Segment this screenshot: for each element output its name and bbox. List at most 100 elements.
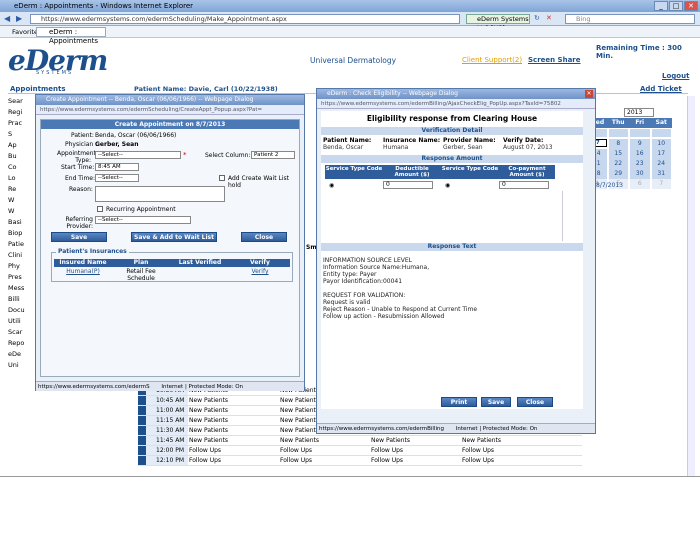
sidebar-item[interactable]: Scar (8, 327, 38, 338)
slot-cell[interactable]: Follow Ups (279, 446, 370, 455)
print-button[interactable]: Print (441, 397, 477, 407)
year-select[interactable]: 2013 (624, 108, 654, 117)
sidebar-item[interactable]: Sear (8, 96, 38, 107)
back-icon[interactable]: ◀ (4, 14, 10, 23)
calendar-day[interactable]: 30 (630, 169, 650, 179)
slot-cell[interactable]: New Patients (461, 436, 552, 445)
appointment-type-select[interactable]: --Select-- (95, 151, 181, 159)
start-time-select[interactable]: 8:45 AM (95, 163, 139, 171)
slot-cell[interactable]: New Patients (188, 396, 279, 405)
calendar-day[interactable]: 15 (608, 149, 628, 159)
client-support-link[interactable]: Client Support(2) (462, 56, 522, 64)
save-button[interactable]: Save (51, 232, 107, 242)
sidebar-item[interactable]: Re (8, 184, 38, 195)
calendar-day[interactable]: 16 (630, 149, 650, 159)
calendar-day[interactable]: 6 (630, 179, 650, 189)
calendar-day[interactable]: 17 (651, 149, 671, 159)
slot-cell[interactable]: New Patients (188, 436, 279, 445)
address-input[interactable]: https://www.edermsystems.com/edermSchedu… (30, 14, 460, 24)
slot-cell[interactable]: New Patients (188, 416, 279, 425)
dialog2-close-icon[interactable]: ✕ (585, 90, 593, 98)
close-window-button[interactable]: ✕ (684, 1, 698, 11)
wait-list-checkbox[interactable] (219, 175, 225, 181)
minimize-button[interactable]: _ (654, 1, 668, 11)
calendar-day[interactable] (651, 129, 671, 137)
ver-value: Gerber, Sean (443, 144, 483, 151)
sidebar-item[interactable]: Bu (8, 151, 38, 162)
search-input[interactable]: Bing (565, 14, 695, 24)
referring-select[interactable]: --Select-- (95, 216, 191, 224)
slot-cell[interactable]: New Patients (188, 426, 279, 435)
slot-cell[interactable]: Follow Ups (370, 456, 461, 465)
sidebar-item[interactable]: Billi (8, 294, 38, 305)
reason-textarea[interactable] (95, 186, 225, 202)
sidebar-item[interactable]: S (8, 129, 38, 140)
sidebar-item[interactable]: Phy (8, 261, 38, 272)
slot-cell[interactable]: Follow Ups (279, 456, 370, 465)
sidebar-item[interactable]: eDe (8, 349, 38, 360)
end-time-select[interactable]: --Select-- (95, 174, 139, 182)
recurring-checkbox[interactable] (97, 206, 103, 212)
sidebar-item[interactable]: Lo (8, 173, 38, 184)
service-type-radio[interactable]: ◉ (325, 182, 383, 189)
slot-cell[interactable]: Follow Ups (461, 456, 552, 465)
slot-cell[interactable]: Follow Ups (188, 446, 279, 455)
calendar-day[interactable] (630, 129, 650, 137)
save-button-2[interactable]: Save (481, 397, 511, 407)
calendar-day[interactable]: 24 (651, 159, 671, 169)
calendar-day[interactable]: 31 (651, 169, 671, 179)
sidebar-item[interactable]: Mess (8, 283, 38, 294)
forward-icon[interactable]: ▶ (16, 14, 22, 23)
logout-link[interactable]: Logout (662, 72, 689, 80)
sidebar-item[interactable]: W (8, 195, 38, 206)
slot-cell[interactable]: New Patients (279, 436, 370, 445)
slot-cell[interactable]: Follow Ups (188, 456, 279, 465)
calendar-day[interactable]: 29 (608, 169, 628, 179)
calendar-day[interactable] (608, 129, 628, 137)
screen-share-link[interactable]: Screen Share (528, 56, 581, 64)
sidebar-item[interactable]: Ap (8, 140, 38, 151)
certificate-badge[interactable]: eDerm Systems LLC [US] (466, 14, 530, 32)
verify-link[interactable]: Verify (230, 268, 290, 276)
sidebar-item[interactable]: Biop (8, 228, 38, 239)
physician-label: Physician : (65, 141, 98, 148)
save-wait-list-button[interactable]: Save & Add to Wait List (131, 232, 217, 242)
calendar-day[interactable]: 9 (630, 139, 650, 149)
sidebar-item[interactable]: Clini (8, 250, 38, 261)
calendar-day[interactable]: 7 (651, 179, 671, 189)
slot-cell[interactable]: Follow Ups (370, 446, 461, 455)
select-column-select[interactable]: Patient 2 (251, 151, 295, 159)
sidebar-item[interactable]: Prac (8, 118, 38, 129)
slot-cell[interactable]: New Patients (370, 436, 461, 445)
copay-input[interactable]: 0 (499, 181, 549, 189)
close-button-2[interactable]: Close (517, 397, 553, 407)
sidebar-item[interactable]: Co (8, 162, 38, 173)
stop-icon[interactable]: ✕ (546, 14, 552, 22)
service-type-radio-2[interactable]: ◉ (441, 182, 499, 189)
sidebar-item[interactable]: Utili (8, 316, 38, 327)
browser-tab[interactable]: eDerm : Appointments (36, 27, 106, 45)
slot-cell[interactable]: Follow Ups (461, 446, 552, 455)
deductible-input[interactable]: 0 (383, 181, 433, 189)
response-text-title: Response Text (321, 243, 583, 251)
calendar-day[interactable]: 10 (651, 139, 671, 149)
sidebar-item[interactable]: W (8, 206, 38, 217)
calendar-day[interactable]: 8 (608, 139, 628, 149)
sidebar-item[interactable]: Repo (8, 338, 38, 349)
close-button[interactable]: Close (241, 232, 287, 242)
slot-cell[interactable]: New Patients (188, 406, 279, 415)
sidebar-item[interactable]: Regi (8, 107, 38, 118)
amount-scroll-area[interactable] (325, 191, 563, 241)
maximize-button[interactable]: □ (669, 1, 683, 11)
sidebar-item[interactable]: Basi (8, 217, 38, 228)
sidebar-item[interactable]: Uni (8, 360, 38, 371)
calendar-day[interactable]: 22 (608, 159, 628, 169)
sidebar-item[interactable]: Pres (8, 272, 38, 283)
page-scrollbar[interactable] (687, 96, 695, 476)
calendar-day[interactable]: 23 (630, 159, 650, 169)
insured-name-link[interactable]: Humana(P) (54, 268, 112, 276)
refresh-icon[interactable]: ↻ (534, 14, 540, 22)
add-ticket-link[interactable]: Add Ticket (640, 85, 682, 93)
sidebar-item[interactable]: Patie (8, 239, 38, 250)
sidebar-item[interactable]: Docu (8, 305, 38, 316)
